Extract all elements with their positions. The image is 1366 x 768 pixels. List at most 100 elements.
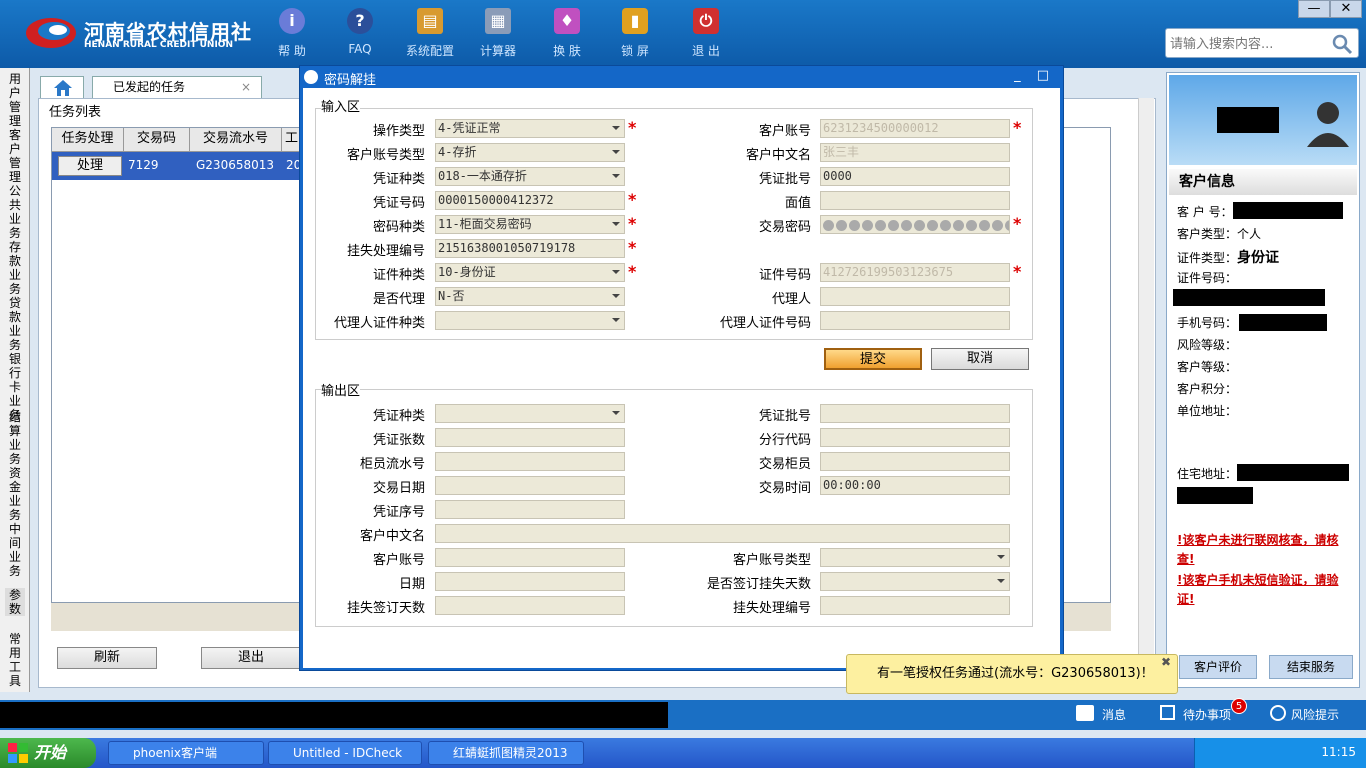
dropdown-field[interactable]: 10-身份证	[435, 263, 625, 282]
dropdown-field[interactable]: 4-凭证正常	[435, 119, 625, 138]
taskbar-item-phoenix[interactable]: phoenix客户端	[108, 741, 264, 765]
cancel-button[interactable]: 取消	[931, 348, 1029, 370]
chevron-down-icon[interactable]	[612, 174, 620, 178]
field-label: 凭证种类	[372, 409, 425, 424]
nav-fund-business[interactable]: 资金业务	[5, 466, 25, 522]
text-field[interactable]	[820, 404, 1010, 423]
process-button[interactable]: 处理	[58, 156, 122, 176]
verify-warning-link[interactable]: !该客户未进行联网核查，请核查!	[1177, 531, 1355, 569]
exit-button[interactable]: 退出	[201, 647, 301, 669]
nav-user-management[interactable]: 用户管理	[5, 72, 25, 128]
field-label: 凭证种类	[372, 172, 425, 187]
dropdown-field[interactable]: 11-柜面交易密码	[435, 215, 625, 234]
start-button[interactable]: 开始	[0, 738, 96, 768]
dropdown-field[interactable]	[435, 311, 625, 330]
chevron-down-icon[interactable]	[997, 555, 1005, 559]
field-label: 挂失处理编号	[732, 601, 811, 616]
password-input[interactable]	[820, 215, 1010, 234]
customer-field-value: 个人	[1237, 227, 1262, 241]
question-icon: ?	[347, 8, 373, 34]
toolbar-exit-button[interactable]: ⏻ 退 出	[676, 8, 736, 64]
text-field[interactable]: 0000	[820, 167, 1010, 186]
field-value: 412726199503123675	[823, 265, 954, 279]
dropdown-field[interactable]: N-否	[435, 287, 625, 306]
nav-parameters[interactable]: 参数	[5, 588, 25, 616]
dropdown-field[interactable]	[820, 572, 1010, 591]
sms-warning-link[interactable]: !该客户手机未短信验证，请验证!	[1177, 571, 1355, 609]
nav-settlement-business[interactable]: 结算业务	[5, 410, 25, 466]
customer-evaluate-button[interactable]: 客户评价	[1179, 655, 1257, 679]
text-field[interactable]: 6231234500000012	[820, 119, 1010, 138]
text-field[interactable]	[435, 548, 625, 567]
text-field[interactable]	[820, 191, 1010, 210]
text-field[interactable]	[435, 572, 625, 591]
nav-intermediate-business[interactable]: 中间业务	[5, 522, 25, 578]
search-input[interactable]	[1170, 34, 1330, 54]
close-icon[interactable]: ×	[241, 77, 251, 97]
text-field[interactable]	[820, 311, 1010, 330]
end-service-button[interactable]: 结束服务	[1269, 655, 1353, 679]
chevron-down-icon[interactable]	[612, 150, 620, 154]
text-field[interactable]	[820, 287, 1010, 306]
chevron-down-icon[interactable]	[612, 411, 620, 415]
dropdown-field[interactable]: 018-一本通存折	[435, 167, 625, 186]
toolbar-calculator-button[interactable]: ▦ 计算器	[468, 8, 528, 64]
table-row[interactable]: 处理 7129 G230658013 20	[52, 152, 302, 180]
search-icon[interactable]	[1331, 33, 1353, 55]
dropdown-field[interactable]	[820, 548, 1010, 567]
text-field[interactable]	[435, 500, 625, 519]
nav-common-tools[interactable]: 常用工具	[5, 632, 25, 688]
field-label: 客户中文名	[359, 529, 425, 544]
nav-loan-business[interactable]: 贷款业务	[5, 296, 25, 352]
text-field[interactable]	[435, 452, 625, 471]
toolbar-lock-button[interactable]: ▮ 锁 屏	[605, 8, 665, 64]
tab-initiated-tasks[interactable]: 已发起的任务 ×	[92, 76, 262, 98]
chevron-down-icon[interactable]	[612, 318, 620, 322]
text-field[interactable]: 412726199503123675	[820, 263, 1010, 282]
column-header[interactable]: 交易码	[124, 128, 190, 152]
text-field[interactable]	[435, 476, 625, 495]
text-field[interactable]	[820, 596, 1010, 615]
chevron-down-icon[interactable]	[612, 222, 620, 226]
chevron-down-icon[interactable]	[997, 579, 1005, 583]
text-field[interactable]	[435, 596, 625, 615]
chevron-down-icon[interactable]	[612, 294, 620, 298]
risk-alert-link[interactable]: 风险提示	[1291, 706, 1339, 723]
todo-link[interactable]: 待办事项	[1183, 706, 1231, 723]
customer-field-label: 手机号码：	[1177, 316, 1238, 330]
text-field[interactable]: 2151638001050719178	[435, 239, 625, 258]
dropdown-field[interactable]	[435, 404, 625, 423]
nav-customer-management[interactable]: 客户管理	[5, 128, 25, 184]
text-field[interactable]	[435, 428, 625, 447]
text-field[interactable]: 00:00:00	[820, 476, 1010, 495]
messages-link[interactable]: 消息	[1102, 706, 1126, 723]
text-field[interactable]	[820, 452, 1010, 471]
taskbar-item-screenshot-tool[interactable]: 红蜻蜓抓图精灵2013	[428, 741, 584, 765]
tab-home[interactable]	[40, 76, 84, 98]
chevron-down-icon[interactable]	[612, 126, 620, 130]
text-field[interactable]: 张三丰	[820, 143, 1010, 162]
toolbar-faq-button[interactable]: ? FAQ	[330, 8, 390, 64]
chevron-down-icon[interactable]	[612, 270, 620, 274]
column-header[interactable]: 任务处理	[52, 128, 124, 152]
close-icon[interactable]: ✖	[1161, 643, 1171, 681]
minimize-button[interactable]: —	[1298, 0, 1330, 18]
toolbar-settings-button[interactable]: ▤ 系统配置	[400, 8, 460, 64]
nav-deposit-business[interactable]: 存款业务	[5, 240, 25, 296]
text-field[interactable]	[820, 428, 1010, 447]
toolbar-skin-button[interactable]: ♦ 换 肤	[537, 8, 597, 64]
text-field[interactable]: 0000150000412372	[435, 191, 625, 210]
column-header[interactable]: 交易流水号	[190, 128, 282, 152]
dropdown-field[interactable]: 4-存折	[435, 143, 625, 162]
toolbar-help-button[interactable]: i 帮 助	[262, 8, 322, 64]
submit-button[interactable]: 提交	[824, 348, 922, 370]
nav-public-business[interactable]: 公共业务	[5, 184, 25, 240]
refresh-button[interactable]: 刷新	[57, 647, 157, 669]
taskbar-item-idcheck[interactable]: Untitled - IDCheck	[268, 741, 422, 765]
vertical-scrollbar[interactable]	[1138, 98, 1154, 688]
system-tray: 11:15	[1194, 738, 1366, 768]
dialog-controls[interactable]: _ □	[1014, 68, 1055, 83]
customer-field: 手机号码：	[1177, 314, 1237, 331]
text-field[interactable]	[435, 524, 1010, 543]
close-button[interactable]: ✕	[1330, 0, 1362, 18]
